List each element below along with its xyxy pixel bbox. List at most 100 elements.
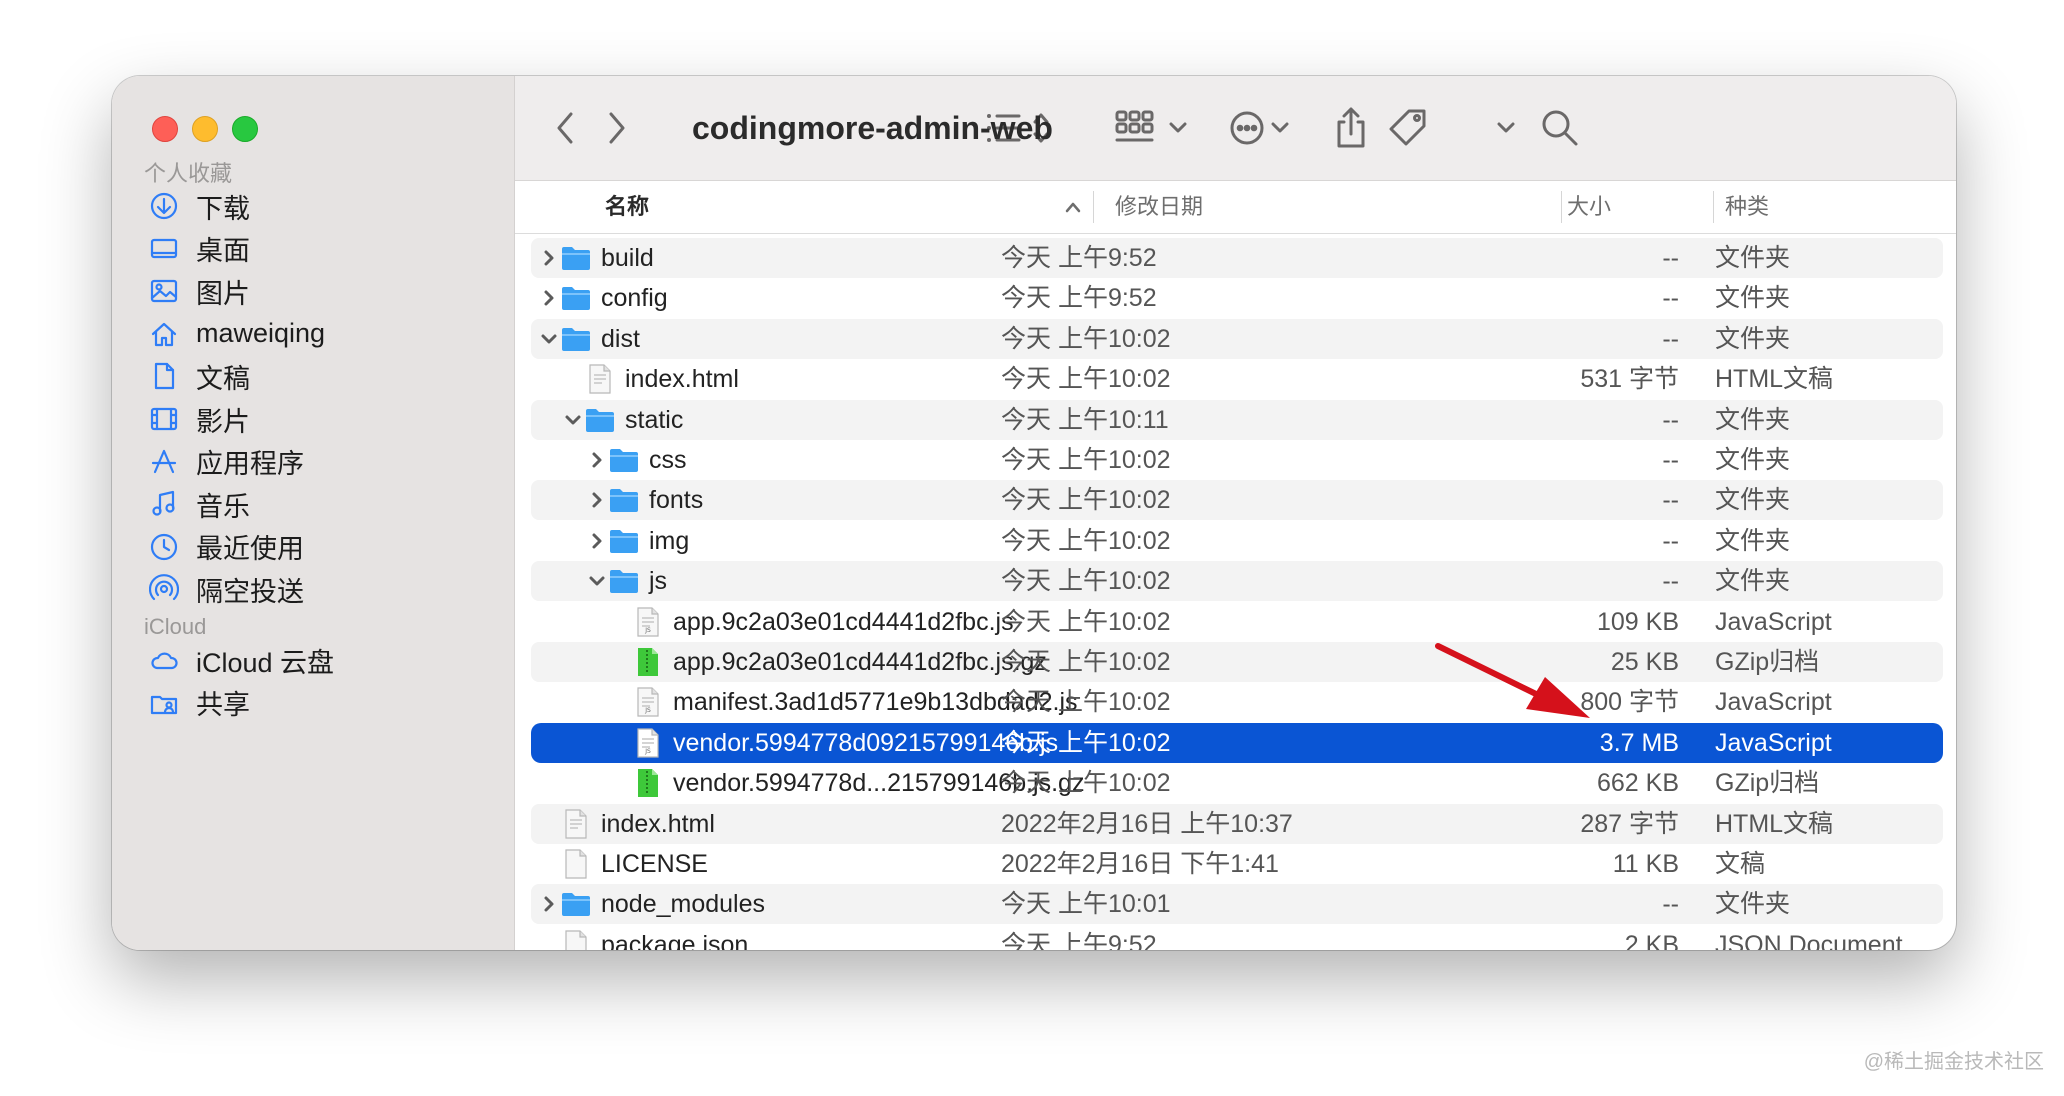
file-date: 今天 上午10:02 xyxy=(1001,486,1171,515)
disclosure-collapsed-icon[interactable] xyxy=(539,278,559,318)
group-button[interactable] xyxy=(1115,100,1205,156)
file-row[interactable]: vendor.5994778d...215799146b.js.gz 今天 上午1… xyxy=(531,763,1943,803)
disclosure-expanded-icon[interactable] xyxy=(587,561,607,601)
folder-icon xyxy=(561,319,591,359)
sidebar-item[interactable]: 音乐 xyxy=(148,484,250,524)
ellipsis-circle-icon xyxy=(1230,111,1289,145)
sidebar-item[interactable]: 下载 xyxy=(148,186,250,226)
file-kind: JavaScript xyxy=(1715,607,1832,636)
file-row[interactable]: fonts 今天 上午10:02 -- 文件夹 xyxy=(531,480,1943,521)
file-row[interactable]: index.html 2022年2月16日 上午10:37 287 字节 HTML文稿 xyxy=(531,803,1943,844)
file-size: -- xyxy=(1662,486,1679,515)
sidebar-item[interactable]: 图片 xyxy=(148,271,250,311)
file-row[interactable]: config 今天 上午9:52 -- 文件夹 xyxy=(531,278,1943,318)
search-button[interactable] xyxy=(1537,100,1583,156)
file-row[interactable]: js 今天 上午10:02 -- 文件夹 xyxy=(531,561,1943,602)
zoom-window-button[interactable] xyxy=(232,116,258,142)
grid-group-icon xyxy=(1115,110,1187,142)
sidebar-item[interactable]: iCloud 云盘 xyxy=(148,640,334,680)
html-file-icon xyxy=(561,804,591,844)
file-row[interactable]: img 今天 上午10:02 -- 文件夹 xyxy=(531,521,1943,561)
column-separator[interactable] xyxy=(1561,191,1562,223)
javascript-file-icon: JS xyxy=(633,602,663,642)
file-kind: 文稿 xyxy=(1715,850,1766,878)
file-row[interactable]: static 今天 上午10:11 -- 文件夹 xyxy=(531,399,1943,440)
file-row-selected[interactable]: JS vendor.5994778d09215799146b.js 今天 上午10:… xyxy=(531,722,1943,763)
desktop-icon xyxy=(148,233,180,265)
column-name-header[interactable]: 名称 xyxy=(605,181,649,233)
file-name: index.html xyxy=(601,809,715,838)
sidebar-item[interactable]: 共享 xyxy=(148,683,250,723)
close-window-button[interactable] xyxy=(152,116,178,142)
recents-icon xyxy=(148,531,180,563)
file-row[interactable]: css 今天 上午10:02 -- 文件夹 xyxy=(531,440,1943,480)
share-button[interactable] xyxy=(1331,100,1371,156)
file-row[interactable]: package.json 今天 上午9:52 2 KB JSON Document xyxy=(531,925,1943,950)
column-size-header[interactable]: 大小 xyxy=(1567,181,1611,233)
sidebar-item-label: iCloud 云盘 xyxy=(196,647,335,678)
sidebar-item-label: 隔空投送 xyxy=(196,576,304,607)
applications-icon xyxy=(148,446,180,478)
file-size: -- xyxy=(1662,324,1679,353)
file-size: -- xyxy=(1662,567,1679,596)
sidebar-item[interactable]: 桌面 xyxy=(148,229,250,269)
file-row[interactable]: LICENSE 2022年2月16日 下午1:41 11 KB 文稿 xyxy=(531,844,1943,884)
file-date: 今天 上午10:02 xyxy=(1001,769,1171,798)
file-kind: GZip归档 xyxy=(1715,648,1820,676)
file-row[interactable]: build 今天 上午9:52 -- 文件夹 xyxy=(531,238,1943,278)
back-button[interactable] xyxy=(545,100,585,156)
disclosure-collapsed-icon[interactable] xyxy=(539,238,559,278)
sidebar-item[interactable]: 影片 xyxy=(148,399,250,439)
file-date: 今天 上午10:02 xyxy=(1001,607,1171,636)
file-kind: 文件夹 xyxy=(1715,324,1791,353)
file-name: css xyxy=(649,446,687,474)
disclosure-collapsed-icon[interactable] xyxy=(587,521,607,561)
file-date: 今天 上午10:02 xyxy=(1001,324,1171,353)
disclosure-collapsed-icon[interactable] xyxy=(587,480,607,520)
file-date: 今天 上午9:52 xyxy=(1001,244,1157,272)
file-name: build xyxy=(601,244,654,272)
forward-button[interactable] xyxy=(597,100,637,156)
column-kind-header[interactable]: 种类 xyxy=(1725,181,1769,233)
file-row[interactable]: dist 今天 上午10:02 -- 文件夹 xyxy=(531,318,1943,359)
file-size: -- xyxy=(1662,244,1679,272)
disclosure-expanded-icon[interactable] xyxy=(563,400,583,440)
file-row[interactable]: app.9c2a03e01cd4441d2fbc.js.gz 今天 上午10:02… xyxy=(531,642,1943,682)
more-toolbar-button[interactable] xyxy=(1491,100,1521,156)
tag-icon xyxy=(1389,109,1426,146)
column-separator[interactable] xyxy=(1713,191,1714,223)
file-date: 今天 上午10:02 xyxy=(1001,365,1171,394)
home-icon xyxy=(148,318,180,350)
disclosure-expanded-icon[interactable] xyxy=(539,319,559,359)
sidebar-item[interactable]: 最近使用 xyxy=(148,527,304,567)
action-menu-button[interactable] xyxy=(1227,100,1317,156)
sort-ascending-icon[interactable] xyxy=(1063,199,1083,215)
sidebar-item-label: 最近使用 xyxy=(196,534,304,565)
file-row[interactable]: JS app.9c2a03e01cd4441d2fbc.js 今天 上午10:02 1… xyxy=(531,602,1943,642)
chevron-left-icon xyxy=(557,112,573,144)
file-row[interactable]: JS manifest.3ad1d5771e9b13dbdad2.js 今天 上午1… xyxy=(531,682,1943,722)
photos-icon xyxy=(148,275,180,307)
sidebar-item[interactable]: 隔空投送 xyxy=(148,569,304,609)
document-icon xyxy=(148,360,180,392)
sidebar-item[interactable]: 应用程序 xyxy=(148,442,304,482)
file-row[interactable]: node_modules 今天 上午10:01 -- 文件夹 xyxy=(531,884,1943,925)
disclosure-collapsed-icon[interactable] xyxy=(539,884,559,924)
file-name: config xyxy=(601,284,668,313)
html-file-icon xyxy=(585,359,615,399)
sidebar-item[interactable]: maweiqing xyxy=(148,314,325,354)
file-size: 662 KB xyxy=(1596,769,1679,798)
tags-button[interactable] xyxy=(1385,100,1431,156)
column-date-header[interactable]: 修改日期 xyxy=(1115,181,1203,233)
disclosure-collapsed-icon[interactable] xyxy=(587,440,607,480)
file-name: LICENSE xyxy=(601,850,708,878)
minimize-window-button[interactable] xyxy=(192,116,218,142)
file-row[interactable]: index.html 今天 上午10:02 531 字节 HTML文稿 xyxy=(531,359,1943,399)
file-name: static xyxy=(625,405,684,434)
icloud-icon xyxy=(148,644,180,676)
sidebar-item[interactable]: 文稿 xyxy=(148,356,250,396)
file-size: -- xyxy=(1662,890,1679,919)
sidebar-item-label: 音乐 xyxy=(196,491,250,522)
column-separator[interactable] xyxy=(1093,191,1094,223)
file-kind: 文件夹 xyxy=(1715,486,1791,515)
